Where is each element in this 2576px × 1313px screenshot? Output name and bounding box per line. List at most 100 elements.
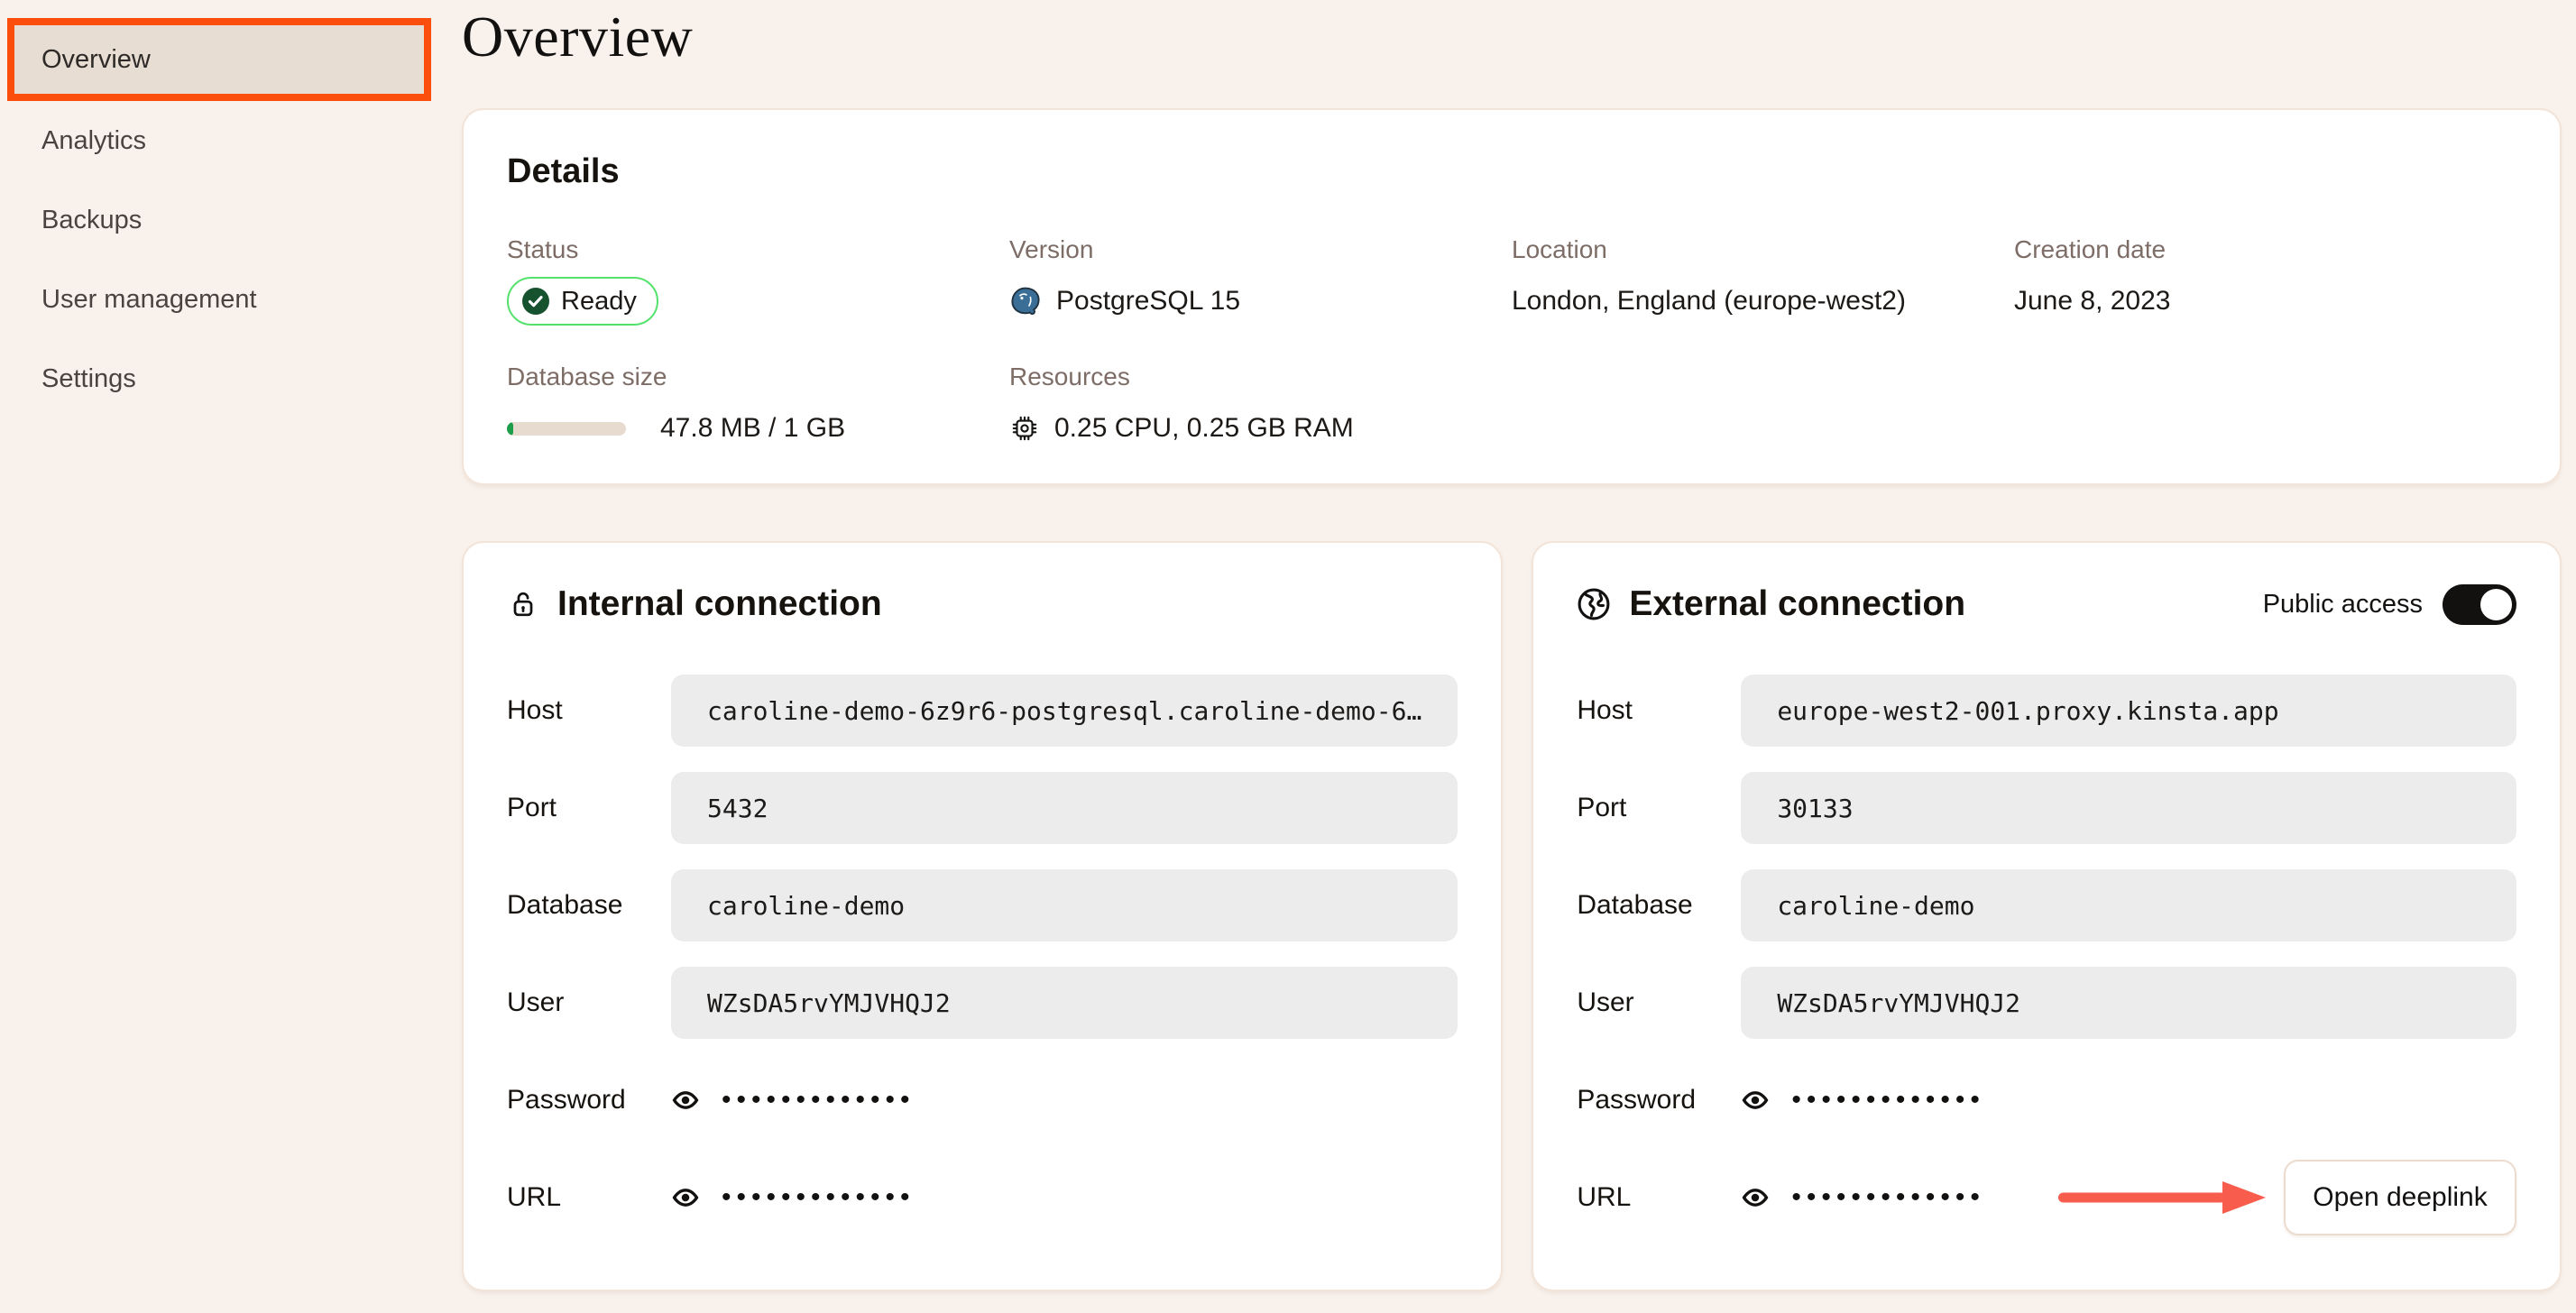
sidebar-item-overview[interactable]: Overview (7, 18, 431, 101)
reveal-password-eye-icon[interactable] (1741, 1086, 1770, 1115)
external-url-masked-value: ••••••••••••• (1791, 1182, 1985, 1212)
database-label: Database (1577, 890, 1693, 920)
sidebar-item-settings[interactable]: Settings (0, 339, 456, 418)
internal-database-field[interactable]: caroline-demo (671, 869, 1458, 941)
internal-connection-card: Internal connection Host caroline-demo-6… (462, 541, 1504, 1291)
internal-port-field[interactable]: 5432 (671, 772, 1458, 844)
external-database-field[interactable]: caroline-demo (1741, 869, 2516, 941)
sidebar-item-label: User management (41, 284, 257, 314)
sidebar-item-label: Overview (41, 44, 151, 74)
external-host-value: europe-west2-001.proxy.kinsta.app (1777, 695, 2279, 726)
details-status: Status Ready (507, 234, 1009, 326)
external-database-value: caroline-demo (1777, 890, 1975, 921)
external-host-row: Host europe-west2-001.proxy.kinsta.app (1577, 675, 2516, 747)
internal-url-row: URL ••••••••••••• (507, 1162, 1458, 1234)
external-port-row: Port 30133 (1577, 772, 2516, 844)
reveal-password-eye-icon[interactable] (671, 1086, 700, 1115)
status-label: Status (507, 235, 579, 263)
user-label: User (507, 987, 565, 1017)
external-user-value: WZsDA5rvYMJVHQJ2 (1777, 987, 2021, 1018)
user-label: User (1577, 987, 1634, 1017)
sidebar-item-analytics[interactable]: Analytics (0, 101, 456, 180)
internal-url-masked-value: ••••••••••••• (722, 1182, 915, 1212)
sidebar-item-label: Settings (41, 363, 136, 393)
creation-date-label: Creation date (2014, 235, 2167, 263)
host-label: Host (507, 695, 563, 725)
internal-database-value: caroline-demo (707, 890, 906, 921)
sidebar-item-user-management[interactable]: User management (0, 260, 456, 339)
location-label: Location (1512, 235, 1607, 263)
toggle-knob (2480, 588, 2512, 620)
internal-connection-title: Internal connection (557, 584, 882, 623)
internal-port-row: Port 5432 (507, 772, 1458, 844)
app-root: Overview Analytics Backups User manageme… (0, 0, 2576, 1313)
check-circle-icon (522, 288, 549, 315)
main-content: Overview Details Status Ready Version Po… (456, 0, 2576, 1313)
external-connection-title: External connection (1629, 584, 1966, 623)
status-value: Ready (561, 286, 637, 316)
details-version: Version PostgreSQL 15 (1009, 234, 1512, 326)
port-label: Port (507, 793, 557, 822)
database-size-progressbar (507, 421, 626, 436)
details-resources: Resources 0.25 CPU, 0.25 GB RAM (1009, 362, 1512, 453)
database-size-label: Database size (507, 363, 667, 390)
external-user-row: User WZsDA5rvYMJVHQJ2 (1577, 967, 2516, 1039)
password-label: Password (507, 1085, 626, 1115)
internal-user-row: User WZsDA5rvYMJVHQJ2 (507, 967, 1458, 1039)
resources-value: 0.25 CPU, 0.25 GB RAM (1054, 413, 1354, 443)
sidebar-item-backups[interactable]: Backups (0, 180, 456, 260)
lock-icon (513, 592, 533, 617)
details-card: Details Status Ready Version PostgreSQL … (462, 108, 2562, 485)
external-user-field[interactable]: WZsDA5rvYMJVHQJ2 (1741, 967, 2516, 1039)
internal-host-row: Host caroline-demo-6z9r6-postgresql.caro… (507, 675, 1458, 747)
connection-cards-row: Internal connection Host caroline-demo-6… (462, 541, 2562, 1291)
version-value: PostgreSQL 15 (1056, 286, 1241, 316)
internal-user-field[interactable]: WZsDA5rvYMJVHQJ2 (671, 967, 1458, 1039)
host-label: Host (1577, 695, 1633, 725)
database-size-value: 47.8 MB / 1 GB (660, 413, 846, 443)
external-port-value: 30133 (1777, 793, 1854, 823)
database-size-progress-fill (507, 421, 513, 436)
details-creation-date: Creation date June 8, 2023 (2014, 234, 2516, 326)
resources-label: Resources (1009, 363, 1130, 390)
public-access-toggle[interactable] (2443, 583, 2516, 625)
port-label: Port (1577, 793, 1627, 822)
location-value: London, England (europe-west2) (1512, 286, 1906, 316)
internal-user-value: WZsDA5rvYMJVHQJ2 (707, 987, 951, 1018)
page-title: Overview (462, 5, 694, 69)
internal-host-value: caroline-demo-6z9r6-postgresql.caroline-… (707, 695, 1422, 726)
database-label: Database (507, 890, 623, 920)
sidebar-item-label: Analytics (41, 125, 147, 155)
external-password-row: Password ••••••••••••• (1577, 1064, 2516, 1136)
status-badge: Ready (507, 277, 658, 326)
annotation-arrow-icon (2058, 1181, 2266, 1214)
internal-port-value: 5432 (707, 793, 768, 823)
external-password-masked-value: ••••••••••••• (1791, 1085, 1985, 1115)
external-connection-card: External connection Public access Host e… (1532, 541, 2562, 1291)
details-heading: Details (507, 152, 620, 190)
internal-database-row: Database caroline-demo (507, 869, 1458, 941)
reveal-url-eye-icon[interactable] (1741, 1183, 1770, 1212)
external-url-row: URL ••••••••••••• Open deeplink (1577, 1160, 2516, 1235)
reveal-url-eye-icon[interactable] (671, 1183, 700, 1212)
internal-password-row: Password ••••••••••••• (507, 1064, 1458, 1136)
postgresql-icon (1011, 287, 1040, 316)
details-database-size: Database size 47.8 MB / 1 GB (507, 362, 1009, 453)
open-deeplink-button[interactable]: Open deeplink (2284, 1160, 2516, 1235)
internal-host-field[interactable]: caroline-demo-6z9r6-postgresql.caroline-… (671, 675, 1458, 747)
version-label: Version (1009, 235, 1094, 263)
creation-date-value: June 8, 2023 (2014, 286, 2171, 316)
globe-icon (1578, 588, 1610, 620)
sidebar-item-label: Backups (41, 205, 143, 234)
url-label: URL (1577, 1182, 1632, 1212)
cpu-chip-icon (1012, 416, 1037, 441)
external-port-field[interactable]: 30133 (1741, 772, 2516, 844)
public-access-label: Public access (2262, 589, 2423, 619)
external-database-row: Database caroline-demo (1577, 869, 2516, 941)
internal-password-masked-value: ••••••••••••• (722, 1085, 915, 1115)
external-host-field[interactable]: europe-west2-001.proxy.kinsta.app (1741, 675, 2516, 747)
password-label: Password (1577, 1085, 1697, 1115)
url-label: URL (507, 1182, 562, 1212)
details-location: Location London, England (europe-west2) (1512, 234, 2014, 326)
sidebar: Overview Analytics Backups User manageme… (0, 0, 456, 1313)
